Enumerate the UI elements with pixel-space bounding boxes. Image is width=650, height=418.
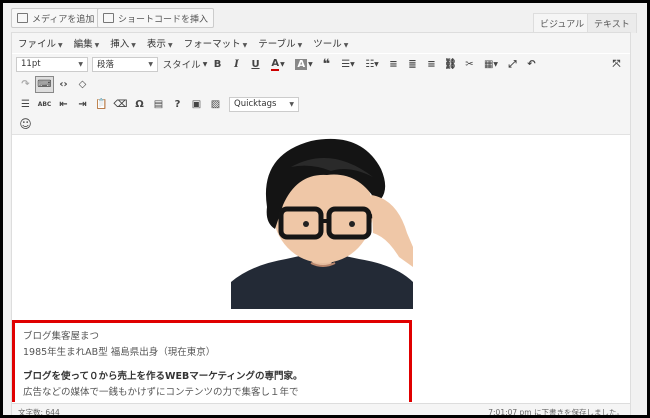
quicktags-value: Quicktags [234, 99, 277, 109]
background-color-icon[interactable]: A ▼ [291, 56, 317, 73]
align-left-icon[interactable]: ≡ [384, 56, 403, 73]
menu-tools[interactable]: ツール ▼ [313, 36, 348, 50]
style-label: スタイル [162, 60, 201, 71]
block-format-value: 段落 [97, 60, 115, 70]
style-dropdown[interactable]: スタイル ▼ [162, 56, 208, 73]
block-format-select[interactable]: 段落 ▼ [92, 56, 158, 72]
profile-line-1: ブログ集客屋まつ [23, 331, 100, 342]
profile-photo-graphic [231, 137, 413, 309]
profile-line-2: 1985年生まれAB型 福島県出身（現在東京） [23, 347, 216, 358]
font-size-select[interactable]: 11pt ▼ [16, 56, 88, 72]
menu-edit[interactable]: 編集 ▼ [74, 36, 100, 50]
paste-text-icon[interactable]: 📋 [92, 96, 111, 113]
numbered-list-icon[interactable]: ☷ ▼ [360, 56, 384, 73]
insert-table-icon[interactable]: ▤ [149, 96, 168, 113]
toolbar-row-1: 11pt ▼ 段落 ▼ スタイル ▼ B I U A ▼ A ▼ ❝ ☰ ▼ ☷ ▼ ≡ ≣ … [12, 54, 630, 74]
toolbar-toggle-icon[interactable]: ⌨ [35, 75, 54, 93]
bullet-list-icon[interactable]: ☰ ▼ [336, 56, 360, 73]
insert-shortcode-label: ショートコードを挿入 [118, 14, 209, 25]
profile-line-3: ブログを使って０から売上を作るWEBマーケティングの専門家。 [23, 371, 303, 382]
media-embed-icon[interactable]: ▣ [187, 96, 206, 113]
image-icon[interactable]: ▨ [206, 96, 225, 113]
quicktags-select[interactable]: Quicktags ▼ [229, 96, 299, 112]
bold-icon[interactable]: B [208, 56, 227, 73]
italic-icon[interactable]: I [227, 56, 246, 73]
content-area[interactable]: ブログ集客屋まつ 1985年生まれAB型 福島県出身（現在東京） ブログを使って… [12, 134, 630, 402]
special-char-icon[interactable]: Ω [130, 96, 149, 113]
menu-file[interactable]: ファイル ▼ [18, 36, 63, 50]
clear-format-icon[interactable]: ⌫ [111, 96, 130, 113]
status-bar: 文字数: 644 7:01:07 pm に下書きを保存しました。 [12, 403, 630, 415]
align-right-icon[interactable]: ≡ [422, 56, 441, 73]
menubar: ファイル ▼ 編集 ▼ 挿入 ▼ 表示 ▼ フォーマット ▼ テーブル ▼ ツール ▼ [12, 33, 630, 53]
redo-icon[interactable]: ↷ [16, 76, 35, 93]
emoji-icon[interactable]: ☺ [16, 116, 35, 133]
insert-shortcode-button[interactable]: ショートコードを挿入 [97, 8, 215, 28]
menu-table[interactable]: テーブル ▼ [258, 36, 302, 50]
link-icon[interactable]: ⛓ [441, 56, 460, 73]
help-icon[interactable]: ? [168, 96, 187, 113]
blockquote-icon[interactable]: ❝ [317, 56, 336, 73]
media-icon [17, 13, 28, 23]
underline-icon[interactable]: U [246, 56, 265, 73]
add-media-label: メディアを追加 [32, 14, 95, 25]
toolbar-row-3: ☰ ABC ⇤ ⇥ 📋 ⌫ Ω ▤ ? ▣ ▨ Quicktags ▼ [12, 94, 630, 114]
code-icon[interactable]: ‹› [54, 76, 73, 93]
table-icon[interactable]: ▦ ▼ [479, 56, 503, 73]
editor-area: ファイル ▼ 編集 ▼ 挿入 ▼ 表示 ▼ フォーマット ▼ テーブル ▼ ツール ▼ 11p… [11, 32, 631, 415]
profile-line-4: 広告などの媒体で一銭もかけずにコンテンツの力で集客し１年で [23, 387, 299, 398]
toolbar-row-2: ↷ ⌨ ‹› ◇ [12, 74, 630, 94]
tab-text[interactable]: テキスト [587, 13, 637, 33]
editor-window: メディアを追加 ショートコードを挿入 ビジュアル テキスト ファイル ▼ 編集 ▼ … [3, 3, 647, 415]
autosave-status: 7:01:07 pm に下書きを保存しました。 [488, 408, 624, 415]
fullscreen-icon[interactable]: ⤢ [503, 56, 522, 73]
add-media-button[interactable]: メディアを追加 [11, 8, 101, 28]
text-color-icon[interactable]: A ▼ [265, 56, 291, 73]
undo-icon[interactable]: ↶ [522, 56, 541, 73]
strikethrough-icon[interactable]: ABC [35, 96, 54, 113]
word-count: 文字数: 644 [18, 408, 60, 415]
tab-visual[interactable]: ビジュアル [533, 13, 592, 33]
profile-photo[interactable] [231, 137, 413, 309]
menu-insert[interactable]: 挿入 ▼ [110, 36, 136, 50]
highlighted-profile-text[interactable]: ブログ集客屋まつ 1985年生まれAB型 福島県出身（現在東京） ブログを使って… [12, 320, 412, 402]
toolbar-row-4: ☺ [12, 114, 630, 134]
unlink-icon[interactable]: ✂ [460, 56, 479, 73]
indent-icon[interactable]: ⇥ [73, 96, 92, 113]
tab-text-label: テキスト [594, 20, 630, 30]
horizontal-rule-icon[interactable]: ☰ [16, 96, 35, 113]
outdent-icon[interactable]: ⇤ [54, 96, 73, 113]
align-center-icon[interactable]: ≣ [403, 56, 422, 73]
shortcode-icon [103, 13, 114, 23]
menu-view[interactable]: 表示 ▼ [147, 36, 173, 50]
tab-visual-label: ビジュアル [540, 20, 585, 30]
font-size-value: 11pt [21, 59, 41, 69]
menu-format[interactable]: フォーマット ▼ [184, 36, 248, 50]
source-code-icon[interactable]: ◇ [73, 76, 92, 93]
distraction-free-icon[interactable]: ⤧ [607, 56, 626, 73]
